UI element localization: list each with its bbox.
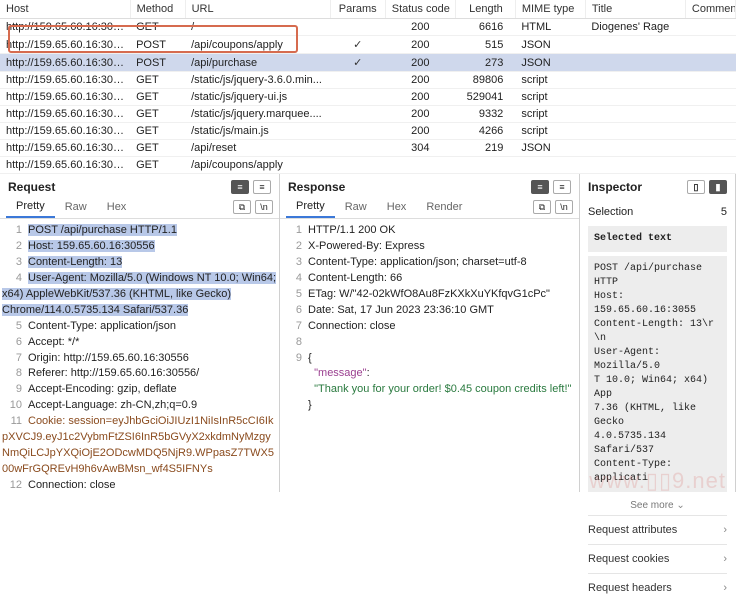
selection-label: Selection: [588, 206, 633, 218]
tab-render[interactable]: Render: [416, 197, 472, 217]
table-row[interactable]: http://159.65.60.16:30556POST/api/coupon…: [0, 36, 736, 54]
request-attributes-link[interactable]: Request attributes›: [588, 515, 727, 544]
actions-icon[interactable]: ⧉: [233, 200, 251, 214]
request-cookies-link[interactable]: Request cookies›: [588, 544, 727, 573]
table-row[interactable]: http://159.65.60.16:30556GET/static/js/j…: [0, 72, 736, 89]
view-icon[interactable]: ≡: [553, 180, 571, 194]
col-params[interactable]: Params: [330, 0, 385, 19]
col-host[interactable]: Host: [0, 0, 130, 19]
selected-text-content: POST /api/purchase HTTP Host: 159.65.60.…: [588, 256, 727, 492]
see-more-link[interactable]: See more ⌄: [588, 496, 727, 515]
http-history-table: Host Method URL Params Status code Lengt…: [0, 0, 736, 174]
request-body[interactable]: 1POST /api/purchase HTTP/1.12Host: 159.6…: [0, 219, 279, 492]
view-icon[interactable]: ▯: [687, 180, 705, 194]
tab-raw[interactable]: Raw: [55, 197, 97, 217]
request-pane: Request ≡ ≡ Pretty Raw Hex ⧉ \n 1POST /api…: [0, 174, 280, 492]
request-title: Request: [8, 180, 55, 194]
col-length[interactable]: Length: [455, 0, 515, 19]
table-row[interactable]: http://159.65.60.16:30556GET/api/coupons…: [0, 157, 736, 174]
selection-value: 5: [721, 206, 727, 218]
table-row[interactable]: http://159.65.60.16:30556GET/static/js/j…: [0, 89, 736, 106]
table-row[interactable]: http://159.65.60.16:30556GET/2006616HTML…: [0, 19, 736, 36]
newline-icon[interactable]: \n: [555, 200, 573, 214]
view-icon[interactable]: ≡: [253, 180, 271, 194]
response-title: Response: [288, 180, 345, 194]
tab-pretty[interactable]: Pretty: [6, 196, 55, 218]
selected-text-label: Selected text: [588, 226, 727, 252]
tab-raw[interactable]: Raw: [335, 197, 377, 217]
table-row[interactable]: http://159.65.60.16:30556GET/static/js/m…: [0, 123, 736, 140]
col-title[interactable]: Title: [585, 0, 685, 19]
table-row[interactable]: http://159.65.60.16:30556GET/api/reset30…: [0, 140, 736, 157]
table-row[interactable]: http://159.65.60.16:30556GET/static/js/j…: [0, 106, 736, 123]
col-mime[interactable]: MIME type: [515, 0, 585, 19]
col-comment[interactable]: Comment: [685, 0, 735, 19]
tab-hex[interactable]: Hex: [377, 197, 417, 217]
newline-icon[interactable]: \n: [255, 200, 273, 214]
request-headers-link[interactable]: Request headers›: [588, 573, 727, 602]
tab-hex[interactable]: Hex: [97, 197, 137, 217]
table-row[interactable]: http://159.65.60.16:30556POST/api/purcha…: [0, 54, 736, 72]
col-status[interactable]: Status code: [385, 0, 455, 19]
actions-icon[interactable]: ⧉: [533, 200, 551, 214]
view-icon[interactable]: ▮: [709, 180, 727, 194]
col-url[interactable]: URL: [185, 0, 330, 19]
col-method[interactable]: Method: [130, 0, 185, 19]
view-icon[interactable]: ≡: [531, 180, 549, 194]
tab-pretty[interactable]: Pretty: [286, 196, 335, 218]
inspector-pane: Inspector ▯ ▮ Selection 5 Selected text PO…: [580, 174, 736, 492]
response-body[interactable]: 1HTTP/1.1 200 OK2X-Powered-By: Express3C…: [280, 219, 579, 492]
inspector-title: Inspector: [588, 180, 642, 194]
response-pane: Response ≡ ≡ Pretty Raw Hex Render ⧉ \n 1H…: [280, 174, 580, 492]
view-icon[interactable]: ≡: [231, 180, 249, 194]
